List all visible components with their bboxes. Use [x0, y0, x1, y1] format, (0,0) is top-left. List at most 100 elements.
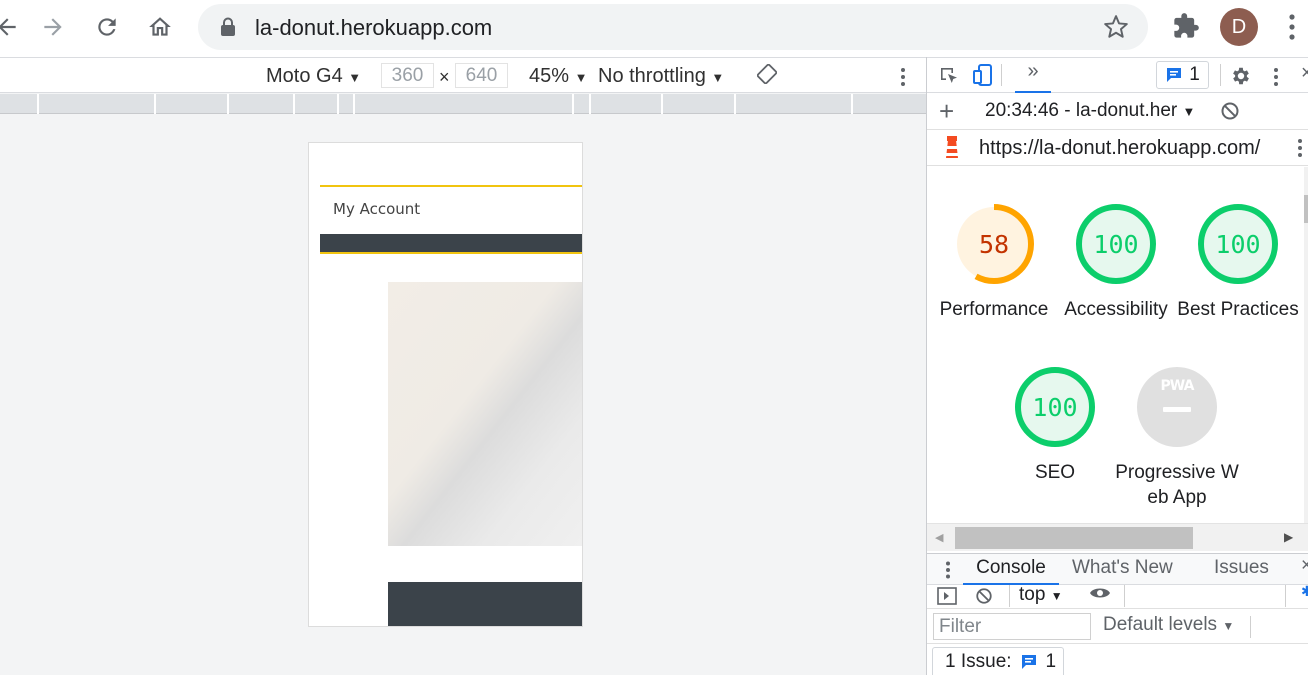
back-button[interactable]	[0, 8, 24, 46]
gauge-best-practices[interactable]: 100 Best Practices	[1173, 202, 1303, 322]
caret-down-icon: ▼	[348, 70, 362, 85]
scroll-left-icon[interactable]: ◀	[935, 531, 943, 544]
reload-button[interactable]	[90, 8, 124, 46]
gauge-label: SEO	[1034, 462, 1076, 483]
issues-badge[interactable]: 1	[1156, 61, 1209, 89]
filter-row: Filter Default levels ▼	[927, 610, 1308, 644]
console-toolbar: top ▼ ✱	[927, 583, 1308, 610]
filter-input[interactable]: Filter	[933, 613, 1091, 640]
gauge-seo[interactable]: 100 SEO	[990, 365, 1120, 485]
caret-down-icon: ▼	[711, 70, 725, 85]
ruler-tick	[589, 94, 591, 114]
horizontal-scrollbar[interactable]: ◀ ▶	[927, 523, 1308, 551]
report-time: 20:34:46 - la-donut.her	[985, 100, 1178, 121]
divider	[1001, 64, 1002, 86]
nav-bar	[320, 234, 582, 254]
report-url[interactable]: https://la-donut.herokuapp.com/	[979, 137, 1260, 160]
gauge-ring: PWA	[1135, 365, 1219, 449]
hero-image	[388, 282, 582, 546]
vertical-scrollbar[interactable]	[1304, 167, 1308, 523]
avatar[interactable]: D	[1220, 8, 1258, 46]
gauge-score: 100	[1032, 392, 1078, 422]
gauge-label: Best Practices	[1177, 299, 1299, 320]
forward-icon	[44, 18, 62, 36]
gauge-score: 100	[1093, 229, 1139, 259]
gauge-accessibility[interactable]: 100 Accessibility	[1051, 202, 1181, 322]
height-input[interactable]: 640	[455, 63, 508, 88]
more-tabs-button[interactable]: »	[1015, 60, 1051, 93]
scroll-right-icon[interactable]: ▶	[1284, 530, 1293, 544]
drawer-menu-icon[interactable]	[945, 561, 951, 584]
issue-row: 1 Issue: 1	[927, 645, 1308, 675]
more-options-icon[interactable]	[1296, 138, 1304, 163]
width-input[interactable]: 360	[381, 63, 434, 88]
tab-issues[interactable]: Issues	[1214, 557, 1269, 585]
pwa-badge-icon: PWA	[1160, 378, 1195, 394]
extensions-icon[interactable]	[1172, 9, 1200, 48]
divider	[1220, 64, 1221, 86]
my-account-link[interactable]: My Account	[333, 200, 420, 218]
ruler-tick	[572, 94, 574, 114]
content-block	[388, 582, 582, 626]
console-settings-icon[interactable]: ✱	[1301, 583, 1308, 600]
throttling-value: No throttling	[598, 65, 706, 87]
caret-down-icon: ▼	[1050, 589, 1063, 603]
rotate-icon[interactable]	[756, 63, 778, 90]
device-select[interactable]: Moto G4 ▼	[266, 65, 361, 88]
back-icon	[0, 18, 16, 36]
throttling-select[interactable]: No throttling ▼	[598, 65, 724, 88]
caret-down-icon: ▼	[1182, 104, 1196, 119]
ruler-tick	[353, 94, 355, 114]
divider	[1285, 585, 1286, 607]
scrollbar-thumb[interactable]	[1304, 195, 1308, 223]
more-options-icon[interactable]	[1272, 67, 1280, 92]
sidebar-toggle-icon[interactable]	[937, 587, 957, 610]
close-icon[interactable]: ×	[1301, 555, 1308, 583]
scrollbar-thumb[interactable]	[955, 527, 1193, 549]
ruler-tick	[734, 94, 736, 114]
menu-icon[interactable]	[1284, 13, 1300, 46]
message-icon	[1167, 68, 1182, 82]
issues-count: 1	[1189, 64, 1200, 85]
divider	[1124, 585, 1125, 607]
gauge-performance[interactable]: 58 Performance	[929, 202, 1059, 322]
gauge-score: 100	[1215, 229, 1261, 259]
pwa-dash	[1163, 407, 1191, 412]
star-icon[interactable]	[1103, 14, 1129, 45]
address-bar[interactable]: la-donut.herokuapp.com	[198, 4, 1148, 50]
inspect-element-icon[interactable]	[939, 66, 959, 91]
tab-console[interactable]: Console	[963, 557, 1059, 585]
clear-icon[interactable]	[1220, 101, 1240, 126]
home-icon	[149, 17, 171, 36]
lighthouse-toolbar: + 20:34:46 - la-donut.her ▼	[927, 94, 1308, 130]
clear-console-icon[interactable]	[975, 587, 993, 610]
report-select[interactable]: 20:34:46 - la-donut.her ▼	[985, 100, 1195, 122]
header-divider	[320, 185, 582, 187]
gauge-pwa[interactable]: PWA Progressive Web App	[1112, 365, 1242, 510]
plus-icon[interactable]: +	[939, 96, 954, 127]
zoom-select[interactable]: 45% ▼	[529, 65, 587, 88]
close-icon[interactable]: ×	[1301, 62, 1308, 85]
caret-down-icon: ▼	[1222, 619, 1235, 633]
issue-summary-button[interactable]: 1 Issue: 1	[932, 647, 1064, 675]
more-options-icon[interactable]	[899, 67, 907, 93]
divider	[1250, 616, 1251, 638]
eye-icon[interactable]	[1089, 585, 1111, 606]
browser-toolbar: la-donut.herokuapp.com D	[0, 0, 1308, 57]
lock-icon[interactable]	[220, 17, 236, 42]
ruler-tick	[37, 94, 39, 114]
issue-count: 1	[1045, 650, 1057, 672]
media-query-ruler[interactable]	[0, 94, 926, 114]
context-select[interactable]: top ▼	[1019, 584, 1063, 606]
home-button[interactable]	[143, 8, 177, 46]
lighthouse-icon	[941, 136, 963, 165]
ruler-tick	[661, 94, 663, 114]
levels-select[interactable]: Default levels ▼	[1103, 614, 1234, 636]
device-toggle-icon[interactable]	[973, 64, 993, 91]
forward-button[interactable]	[36, 8, 70, 46]
tab-whats-new[interactable]: What's New	[1072, 557, 1173, 585]
url-text[interactable]: la-donut.herokuapp.com	[255, 15, 492, 41]
lighthouse-url-bar: https://la-donut.herokuapp.com/	[927, 130, 1308, 166]
settings-gear-icon[interactable]	[1230, 65, 1252, 92]
zoom-value: 45%	[529, 65, 570, 87]
